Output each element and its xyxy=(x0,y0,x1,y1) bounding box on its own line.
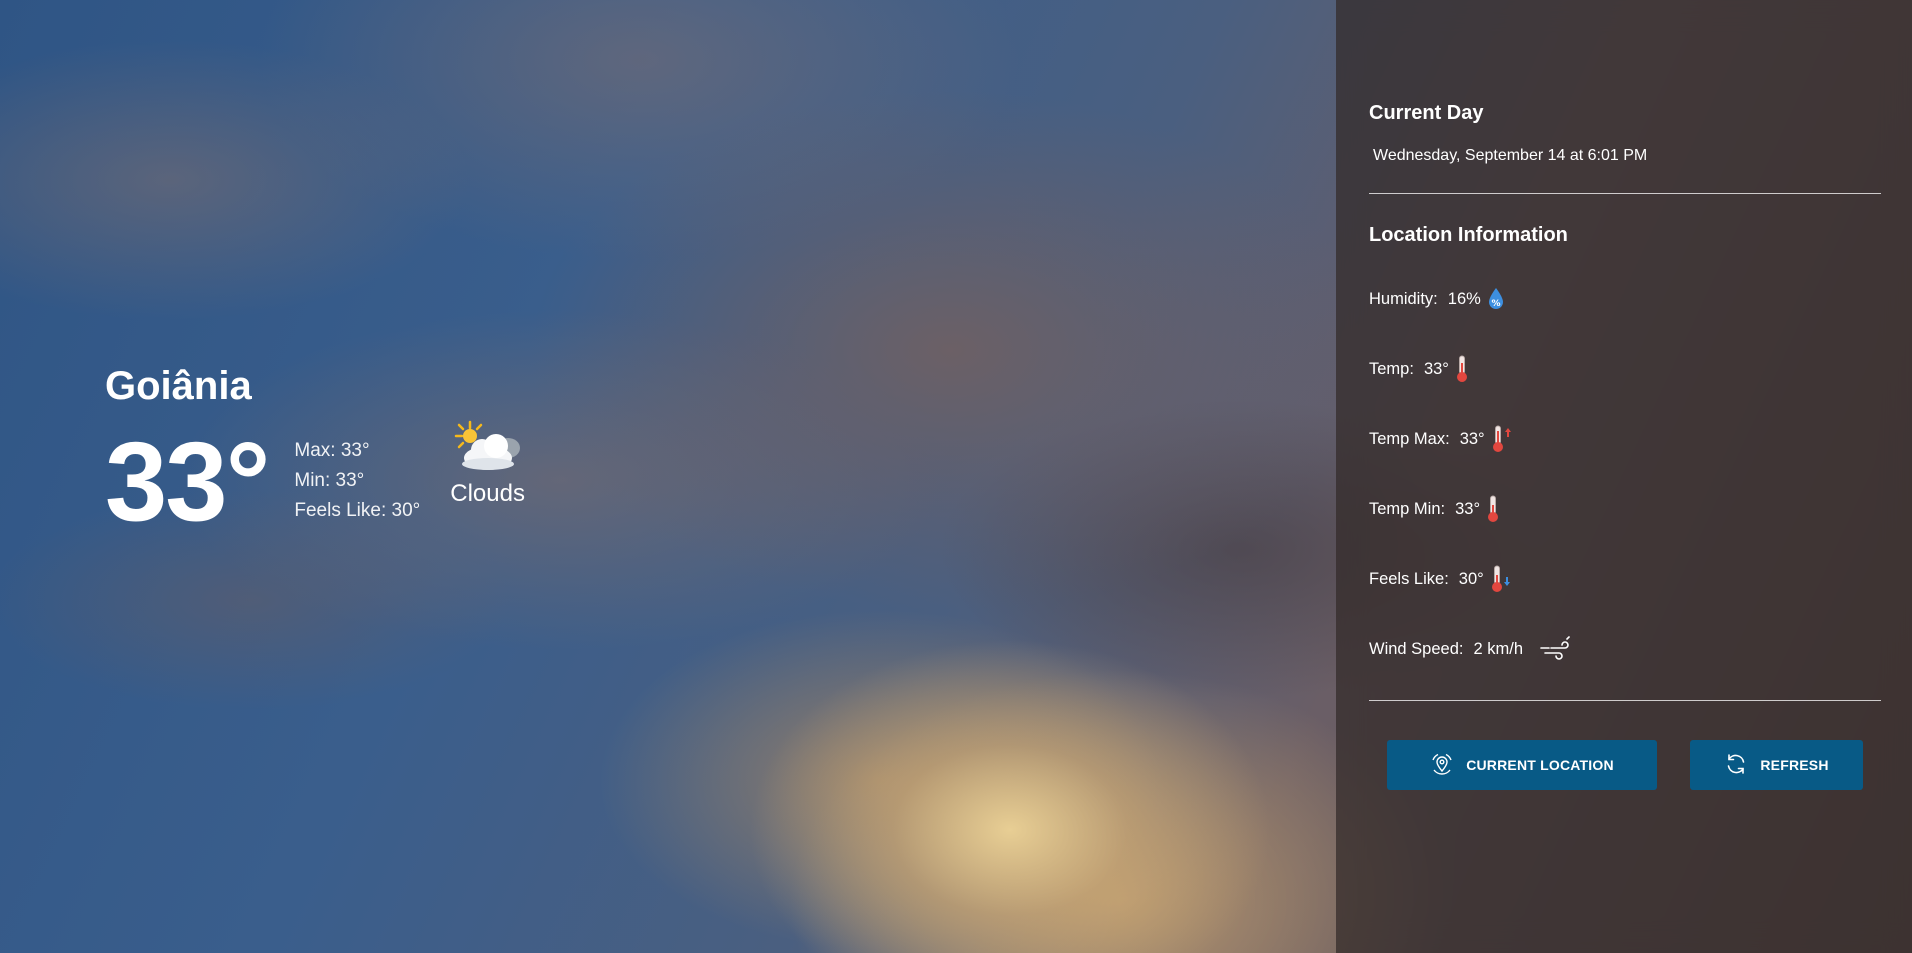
location-pin-icon xyxy=(1430,752,1454,779)
temp-max-label: Temp Max: xyxy=(1369,429,1450,448)
action-buttons: CURRENT LOCATION REFRESH xyxy=(1369,740,1881,790)
location-information-title: Location Information xyxy=(1369,224,1568,246)
temp-min-row: Temp Min: 33° xyxy=(1369,495,1881,523)
current-location-button[interactable]: CURRENT LOCATION xyxy=(1387,740,1657,790)
current-date: Wednesday, September 14 at 6:01 PM xyxy=(1373,147,1648,164)
divider xyxy=(1369,193,1881,194)
current-temperature: 33° xyxy=(105,419,270,544)
temp-row: Temp: 33° xyxy=(1369,355,1881,383)
feels-like-row: Feels Like: 30° xyxy=(1369,565,1881,593)
main-weather-panel: Goiânia 33° Max: 33° Min: 33° Feels Like… xyxy=(105,360,525,544)
current-location-label: CURRENT LOCATION xyxy=(1466,757,1614,773)
feels-like-value: 30° xyxy=(1458,569,1484,588)
wind-speed-label: Wind Speed: xyxy=(1369,639,1464,658)
min-temperature: Min: 33° xyxy=(294,470,365,491)
thermometer-icon xyxy=(1455,355,1469,383)
partly-cloudy-icon xyxy=(452,420,524,476)
sidebar-content: Current Day Wednesday, September 14 at 6… xyxy=(1369,100,1881,790)
humidity-value: 16% xyxy=(1447,289,1481,308)
condition-label: Clouds xyxy=(450,480,525,507)
refresh-button[interactable]: REFRESH xyxy=(1690,740,1863,790)
temp-value: 33° xyxy=(1423,359,1449,378)
wind-speed-value: 2 km/h xyxy=(1473,639,1524,658)
temperature-details: Max: 33° Min: 33° Feels Like: 30° xyxy=(294,436,420,526)
temp-min-value: 33° xyxy=(1455,499,1481,518)
thermometer-icon xyxy=(1486,495,1500,523)
thermometer-down-icon xyxy=(1490,565,1512,593)
humidity-label: Humidity: xyxy=(1369,289,1438,308)
divider xyxy=(1369,700,1881,701)
svg-text:%: % xyxy=(1491,299,1500,309)
max-temperature: Max: 33° xyxy=(294,440,370,461)
temp-min-label: Temp Min: xyxy=(1369,499,1446,518)
weather-summary: 33° Max: 33° Min: 33° Feels Like: 30° Cl… xyxy=(105,420,525,544)
humidity-icon: % xyxy=(1487,287,1505,311)
wind-speed-row: Wind Speed: 2 km/h xyxy=(1369,636,1881,662)
wind-icon xyxy=(1539,636,1573,662)
refresh-label: REFRESH xyxy=(1760,757,1829,773)
feels-like-temperature: Feels Like: 30° xyxy=(294,500,421,521)
sidebar: Current Day Wednesday, September 14 at 6… xyxy=(1336,0,1912,953)
location-info-list: Humidity: 16% % Temp: 33° Temp Max: 33° … xyxy=(1369,286,1881,662)
thermometer-up-icon xyxy=(1491,425,1513,453)
weather-app: Goiânia 33° Max: 33° Min: 33° Feels Like… xyxy=(0,0,1912,953)
temp-max-value: 33° xyxy=(1459,429,1485,448)
feels-like-label: Feels Like: xyxy=(1369,569,1449,588)
weather-condition: Clouds xyxy=(450,420,525,508)
humidity-row: Humidity: 16% % xyxy=(1369,286,1881,312)
current-day-title: Current Day xyxy=(1369,102,1484,124)
temp-label: Temp: xyxy=(1369,359,1414,378)
city-name: Goiânia xyxy=(105,364,252,408)
refresh-icon xyxy=(1724,752,1748,779)
temp-max-row: Temp Max: 33° xyxy=(1369,425,1881,453)
